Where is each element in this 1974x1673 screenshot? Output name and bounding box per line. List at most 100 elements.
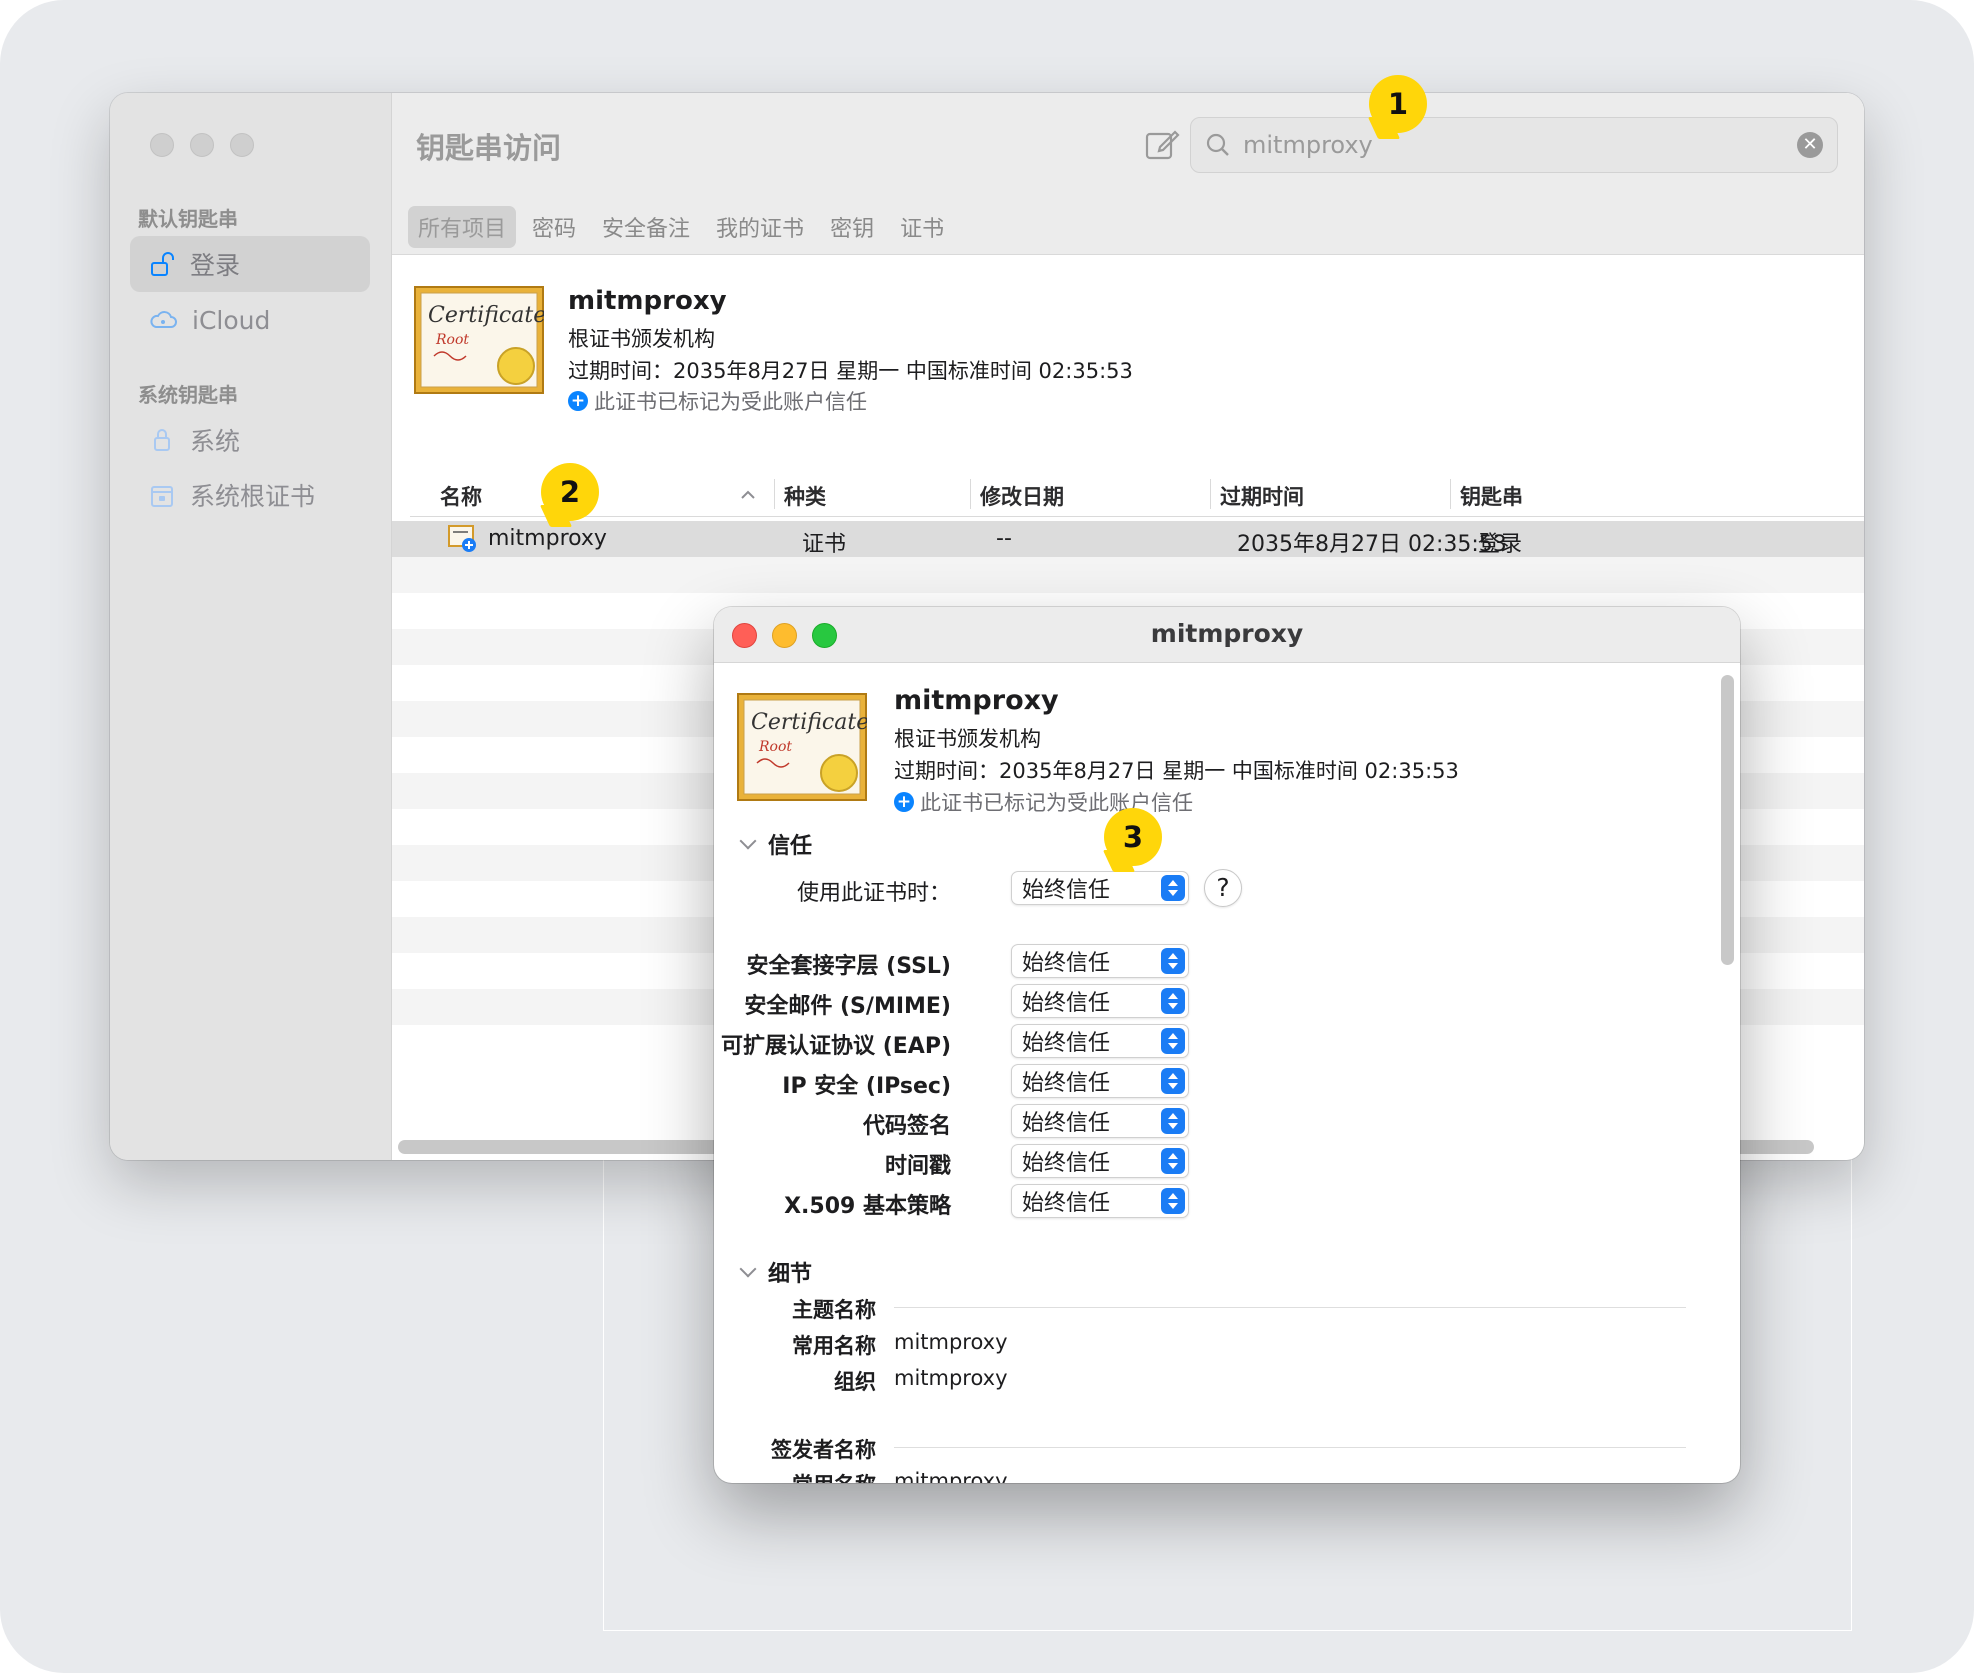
table-row[interactable]: mitmproxy 证书 -- 2035年8月27日 02:35:53 登录 bbox=[392, 521, 1864, 557]
search-field[interactable]: mitmproxy ✕ bbox=[1190, 117, 1838, 173]
svg-text:Root: Root bbox=[758, 739, 792, 755]
plus-circle-icon: + bbox=[894, 792, 914, 812]
cell-kind: 证书 bbox=[802, 532, 847, 557]
cloud-icon bbox=[150, 311, 177, 328]
divider bbox=[894, 1447, 1686, 1448]
tab-secure-notes[interactable]: 安全备注 bbox=[592, 206, 700, 248]
column-kind[interactable]: 种类 bbox=[784, 481, 826, 511]
issuer-cn-value: mitmproxy bbox=[894, 1469, 1008, 1483]
cell-expires: 2035年8月27日 02:35:53 bbox=[1237, 532, 1507, 557]
unlock-icon bbox=[151, 252, 174, 276]
step-callout-1: 1 bbox=[1369, 75, 1427, 133]
policy-select-timestamp[interactable]: 始终信任 bbox=[1011, 1144, 1189, 1178]
chevron-down-icon bbox=[739, 1260, 757, 1278]
trust-section-title: 信任 bbox=[768, 834, 813, 859]
policy-label-eap: 可扩展认证协议 (EAP) bbox=[721, 1034, 951, 1059]
policy-select-smime[interactable]: 始终信任 bbox=[1011, 984, 1189, 1018]
chevron-up-down-icon bbox=[1161, 988, 1185, 1014]
sidebar-section-system: 系统钥匙串 bbox=[138, 383, 238, 407]
search-input[interactable]: mitmproxy bbox=[1243, 131, 1785, 159]
policy-label-ssl: 安全套接字层 (SSL) bbox=[746, 954, 952, 979]
clear-search-icon[interactable]: ✕ bbox=[1797, 132, 1823, 158]
panel-certificate-expiry: 过期时间：2035年8月27日 星期一 中国标准时间 02:35:53 bbox=[894, 759, 1459, 783]
details-section-title: 细节 bbox=[768, 1262, 813, 1287]
svg-text:Certificate: Certificate bbox=[428, 303, 544, 328]
policy-label-x509: X.509 基本策略 bbox=[784, 1194, 951, 1219]
certificate-icon: Certificate Root bbox=[414, 286, 544, 394]
sidebar-item-label: 系统根证书 bbox=[190, 482, 316, 511]
cell-modified: -- bbox=[996, 526, 1012, 551]
select-value: 始终信任 bbox=[1022, 951, 1111, 976]
tab-all-items[interactable]: 所有项目 bbox=[408, 206, 517, 248]
subject-cn-value: mitmproxy bbox=[894, 1330, 1008, 1354]
certificate-detail-window: mitmproxy Certificate Root mitmproxy 根证书… bbox=[714, 607, 1740, 1483]
screenshot-background: 默认钥匙串 登录 iCloud 系统钥匙串 系统 系统根证书 钥匙串访问 mit… bbox=[0, 0, 1974, 1673]
certificate-type: 根证书颁发机构 bbox=[568, 327, 715, 351]
panel-certificate-name: mitmproxy bbox=[894, 685, 1059, 716]
sidebar-section-default: 默认钥匙串 bbox=[138, 207, 238, 231]
use-certificate-select[interactable]: 始终信任 bbox=[1011, 871, 1189, 905]
certificate-icon: Certificate Root bbox=[737, 693, 867, 801]
certificate-trust-status: + 此证书已标记为受此账户信任 bbox=[568, 386, 867, 416]
cell-keychain: 登录 bbox=[1478, 532, 1523, 557]
minimize-button[interactable] bbox=[190, 133, 214, 157]
zoom-button[interactable] bbox=[230, 133, 254, 157]
select-value: 始终信任 bbox=[1022, 991, 1111, 1016]
tab-passwords[interactable]: 密码 bbox=[522, 206, 586, 248]
chevron-up-down-icon bbox=[1161, 875, 1185, 901]
sidebar-item-icloud[interactable]: iCloud bbox=[130, 292, 370, 348]
chevron-up-down-icon bbox=[1161, 1068, 1185, 1094]
column-expires[interactable]: 过期时间 bbox=[1220, 481, 1304, 511]
trust-status-text: 此证书已标记为受此账户信任 bbox=[920, 791, 1193, 815]
sidebar-item-label: 登录 bbox=[190, 251, 241, 280]
policy-select-x509[interactable]: 始终信任 bbox=[1011, 1184, 1189, 1218]
tab-certificates[interactable]: 证书 bbox=[890, 206, 954, 248]
step-callout-2: 2 bbox=[541, 463, 599, 521]
policy-label-timestamp: 时间戳 bbox=[884, 1154, 951, 1179]
chevron-up-down-icon bbox=[1161, 1148, 1185, 1174]
sidebar-item-system-roots[interactable]: 系统根证书 bbox=[130, 467, 370, 523]
tab-my-certificates[interactable]: 我的证书 bbox=[706, 206, 814, 248]
window-title: 钥匙串访问 bbox=[416, 131, 562, 165]
vertical-scrollbar[interactable] bbox=[1721, 675, 1734, 965]
chevron-up-down-icon bbox=[1161, 1028, 1185, 1054]
subject-org-value: mitmproxy bbox=[894, 1366, 1008, 1390]
certificate-name: mitmproxy bbox=[568, 286, 727, 316]
help-button[interactable]: ? bbox=[1204, 869, 1242, 907]
tab-keys[interactable]: 密钥 bbox=[820, 206, 884, 248]
details-section-toggle[interactable]: 细节 bbox=[739, 1256, 813, 1288]
select-value: 始终信任 bbox=[1022, 1111, 1111, 1136]
compose-icon[interactable] bbox=[1142, 125, 1182, 165]
divider bbox=[894, 1307, 1686, 1308]
trust-section-toggle[interactable]: 信任 bbox=[739, 828, 813, 860]
subject-cn-label: 常用名称 bbox=[792, 1334, 876, 1358]
sidebar: 默认钥匙串 登录 iCloud 系统钥匙串 系统 系统根证书 bbox=[110, 93, 392, 1160]
policy-label-code-signing: 代码签名 bbox=[862, 1114, 951, 1139]
column-modified[interactable]: 修改日期 bbox=[980, 481, 1064, 511]
table-header: 名称 种类 修改日期 过期时间 钥匙串 bbox=[410, 473, 1864, 517]
policy-select-ipsec[interactable]: 始终信任 bbox=[1011, 1064, 1189, 1098]
panel-title: mitmproxy bbox=[1150, 619, 1304, 648]
sidebar-item-system[interactable]: 系统 bbox=[130, 412, 370, 468]
search-icon bbox=[1206, 133, 1229, 156]
plus-circle-icon: + bbox=[568, 391, 588, 411]
close-button[interactable] bbox=[150, 133, 174, 157]
cell-name: mitmproxy bbox=[488, 526, 607, 551]
subject-name-heading: 主题名称 bbox=[792, 1298, 876, 1322]
column-name[interactable]: 名称 bbox=[440, 481, 482, 511]
certificate-expiry: 过期时间：2035年8月27日 星期一 中国标准时间 02:35:53 bbox=[568, 359, 1133, 383]
column-keychain[interactable]: 钥匙串 bbox=[1460, 481, 1523, 511]
toolbar: 钥匙串访问 mitmproxy ✕ 所有项目 密码 安全备注 我的证书 密钥 证… bbox=[392, 93, 1864, 255]
sidebar-item-label: iCloud bbox=[192, 305, 271, 335]
chevron-down-icon bbox=[739, 832, 757, 850]
select-value: 始终信任 bbox=[1022, 1151, 1111, 1176]
sidebar-item-login[interactable]: 登录 bbox=[130, 236, 370, 292]
lock-icon bbox=[154, 429, 170, 451]
sort-ascending-icon[interactable] bbox=[740, 489, 756, 501]
chevron-up-down-icon bbox=[1161, 1188, 1185, 1214]
select-value: 始终信任 bbox=[1022, 1071, 1111, 1096]
policy-select-code-signing[interactable]: 始终信任 bbox=[1011, 1104, 1189, 1138]
panel-titlebar: mitmproxy bbox=[714, 607, 1740, 663]
policy-select-ssl[interactable]: 始终信任 bbox=[1011, 944, 1189, 978]
policy-select-eap[interactable]: 始终信任 bbox=[1011, 1024, 1189, 1058]
